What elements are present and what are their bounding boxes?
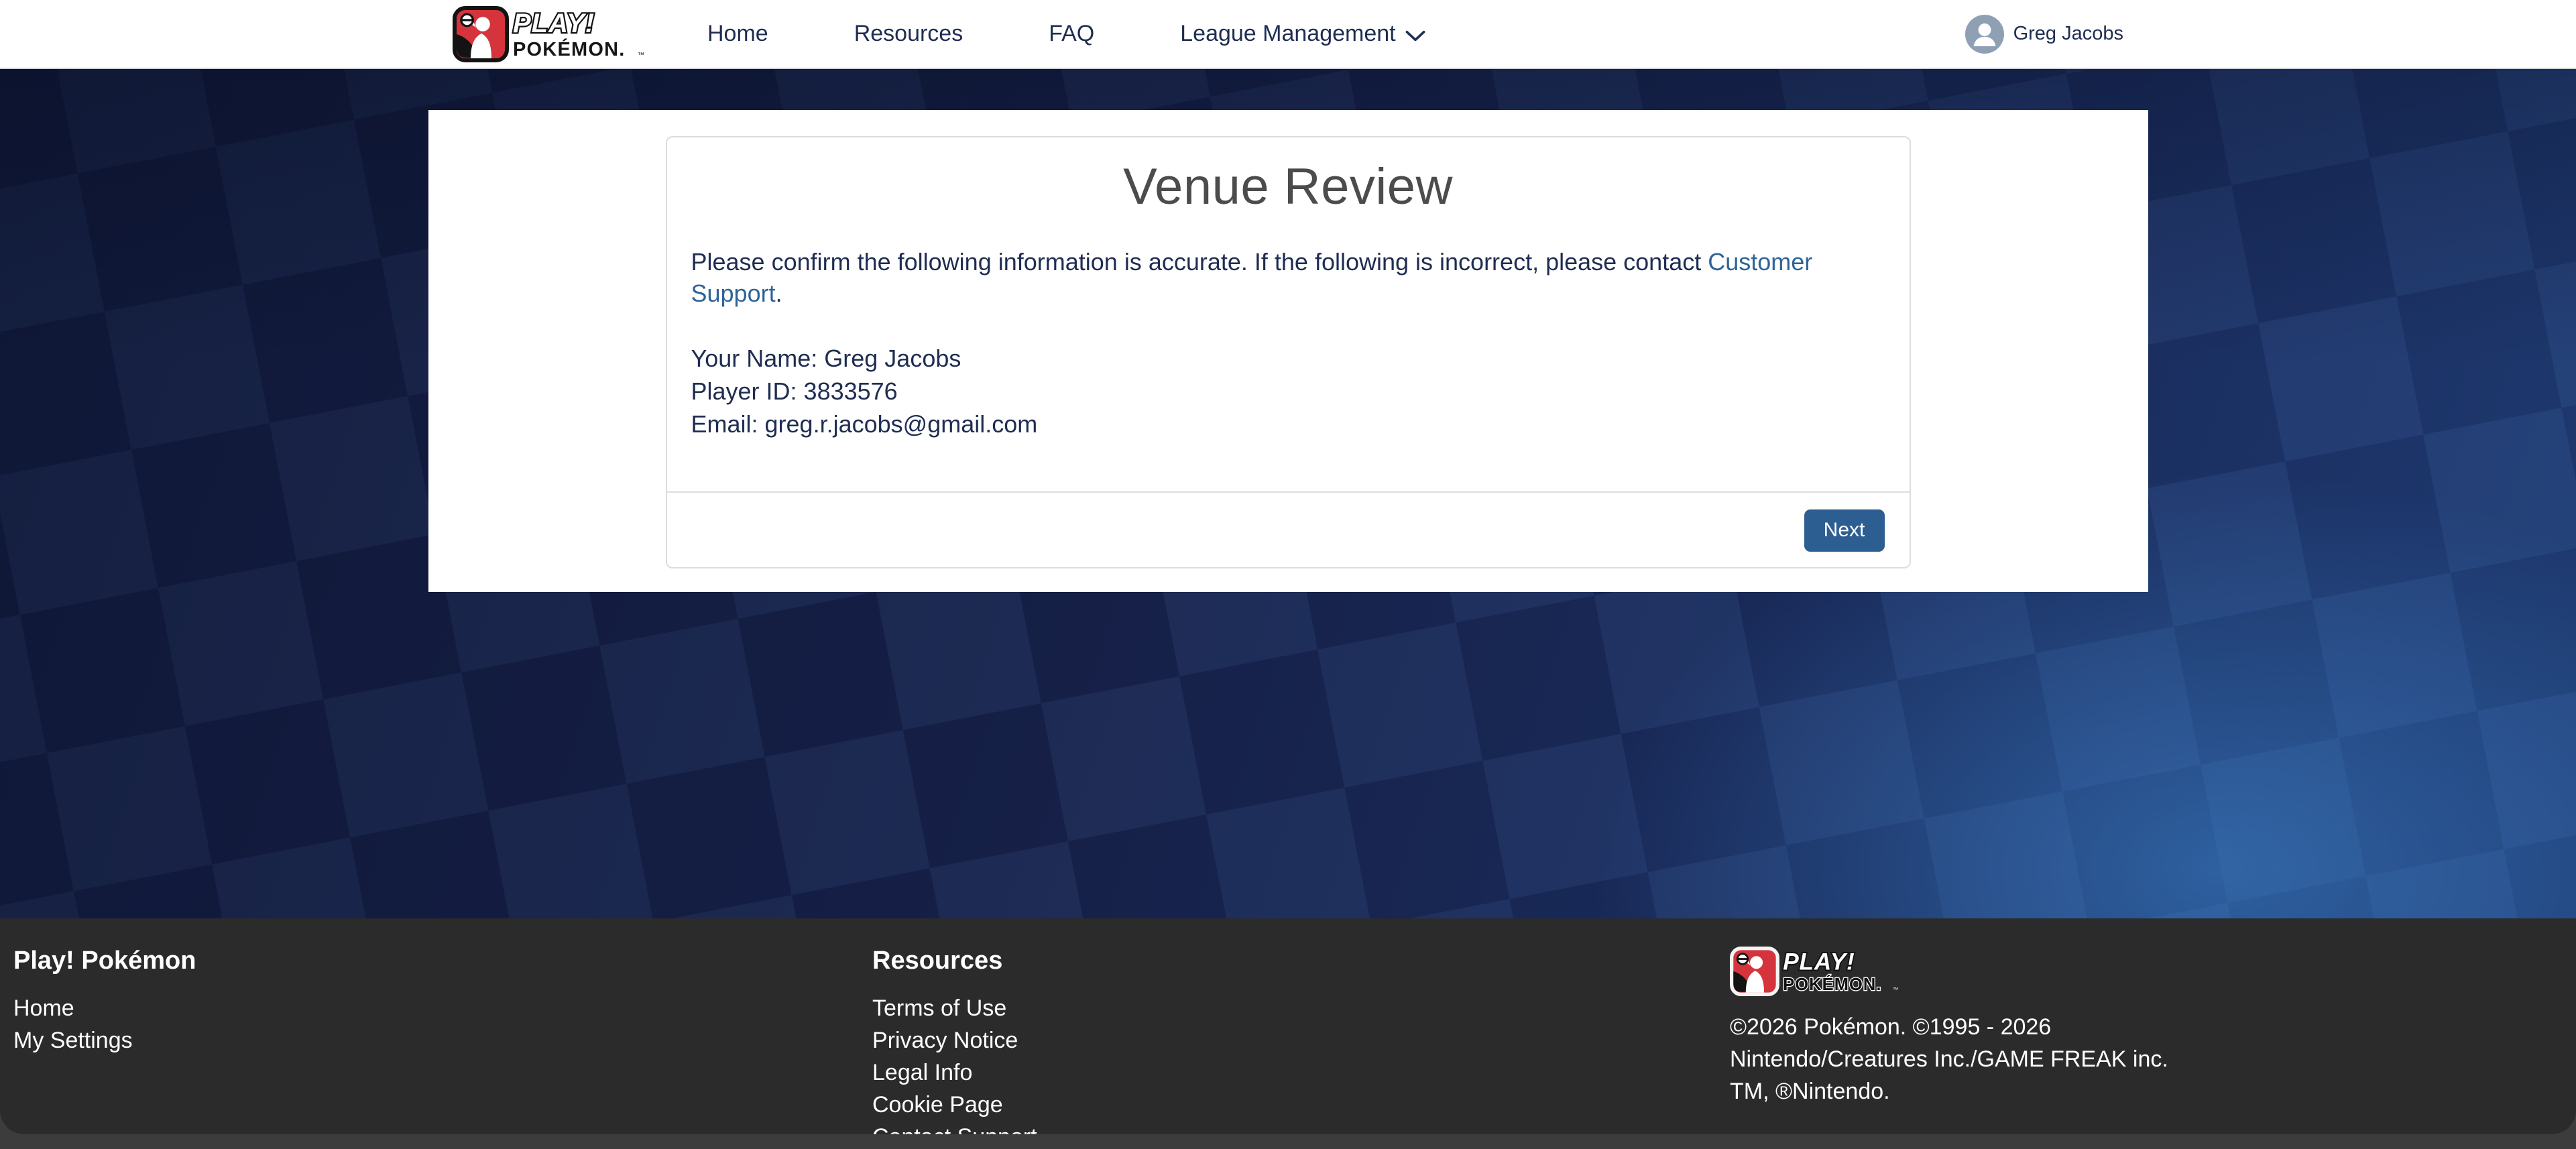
footer-heading-resources: Resources bbox=[872, 947, 1730, 975]
svg-text:PLAY!: PLAY! bbox=[513, 9, 595, 38]
player-email-line: Email: greg.r.jacobs@gmail.com bbox=[691, 408, 1885, 440]
footer-columns: Play! Pokémon Home My Settings Resources… bbox=[13, 947, 2563, 1134]
page-title: Venue Review bbox=[667, 158, 1910, 216]
footer-link-my-settings[interactable]: My Settings bbox=[13, 1028, 133, 1053]
next-button[interactable]: Next bbox=[1804, 509, 1885, 552]
intro-text-after: . bbox=[776, 280, 782, 307]
chevron-down-icon bbox=[1405, 30, 1425, 42]
page-footer: Play! Pokémon Home My Settings Resources… bbox=[0, 918, 2576, 1149]
footer-link-cookie-page[interactable]: Cookie Page bbox=[872, 1092, 1003, 1117]
footer-link-legal-info[interactable]: Legal Info bbox=[872, 1060, 972, 1085]
svg-text:™: ™ bbox=[1893, 986, 1899, 993]
nav-item-resources[interactable]: Resources bbox=[854, 21, 963, 47]
venue-review-card: Venue Review Please confirm the followin… bbox=[666, 136, 1911, 568]
user-menu[interactable]: Greg Jacobs bbox=[1965, 15, 2123, 54]
user-name: Greg Jacobs bbox=[2013, 23, 2123, 45]
footer-column-resources: Resources Terms of Use Privacy Notice Le… bbox=[872, 947, 1730, 1134]
content-wrapper: Venue Review Please confirm the followin… bbox=[428, 110, 2148, 592]
footer-column-legal: PLAY! POKÉMON. ™ ©2026 Pokémon. ©1995 - … bbox=[1730, 947, 2239, 1134]
main-section: Venue Review Please confirm the followin… bbox=[0, 69, 2576, 918]
footer-column-play-pokemon: Play! Pokémon Home My Settings bbox=[13, 947, 872, 1134]
card-footer: Next bbox=[667, 491, 1910, 567]
footer-card: Play! Pokémon Home My Settings Resources… bbox=[0, 918, 2576, 1134]
svg-text:POKÉMON.: POKÉMON. bbox=[1783, 975, 1881, 994]
player-id-line: Player ID: 3833576 bbox=[691, 375, 1885, 408]
player-info-block: Your Name: Greg Jacobs Player ID: 383357… bbox=[691, 342, 1885, 440]
nav-item-league-management[interactable]: League Management bbox=[1180, 21, 1425, 47]
intro-text-before: Please confirm the following information… bbox=[691, 248, 1708, 276]
main-nav: Home Resources FAQ League Management bbox=[707, 21, 1425, 47]
footer-play-pokemon-logo-icon: PLAY! POKÉMON. ™ bbox=[1730, 947, 1907, 996]
confirmation-instructions: Please confirm the following information… bbox=[691, 247, 1885, 310]
footer-link-privacy-notice[interactable]: Privacy Notice bbox=[872, 1028, 1018, 1053]
player-name-line: Your Name: Greg Jacobs bbox=[691, 342, 1885, 375]
user-avatar-icon bbox=[1965, 15, 2004, 54]
nav-item-home[interactable]: Home bbox=[707, 21, 768, 47]
svg-text:POKÉMON.: POKÉMON. bbox=[513, 38, 626, 60]
play-pokemon-logo[interactable]: PLAY! POKÉMON. ™ bbox=[453, 6, 654, 62]
svg-text:PLAY!: PLAY! bbox=[1783, 949, 1855, 975]
play-pokemon-logo-icon: PLAY! POKÉMON. ™ bbox=[453, 6, 654, 62]
footer-link-terms-of-use[interactable]: Terms of Use bbox=[872, 995, 1006, 1021]
svg-text:™: ™ bbox=[638, 52, 644, 59]
footer-link-home[interactable]: Home bbox=[13, 995, 74, 1021]
footer-heading-play-pokemon: Play! Pokémon bbox=[13, 947, 872, 975]
footer-link-contact-support[interactable]: Contact Support bbox=[872, 1124, 1037, 1134]
header-inner: PLAY! POKÉMON. ™ Home Resources FAQ Leag… bbox=[453, 0, 2123, 68]
copyright-text: ©2026 Pokémon. ©1995 - 2026 Nintendo/Cre… bbox=[1730, 1011, 2199, 1107]
top-nav-bar: PLAY! POKÉMON. ™ Home Resources FAQ Leag… bbox=[0, 0, 2576, 69]
nav-item-faq[interactable]: FAQ bbox=[1049, 21, 1094, 47]
